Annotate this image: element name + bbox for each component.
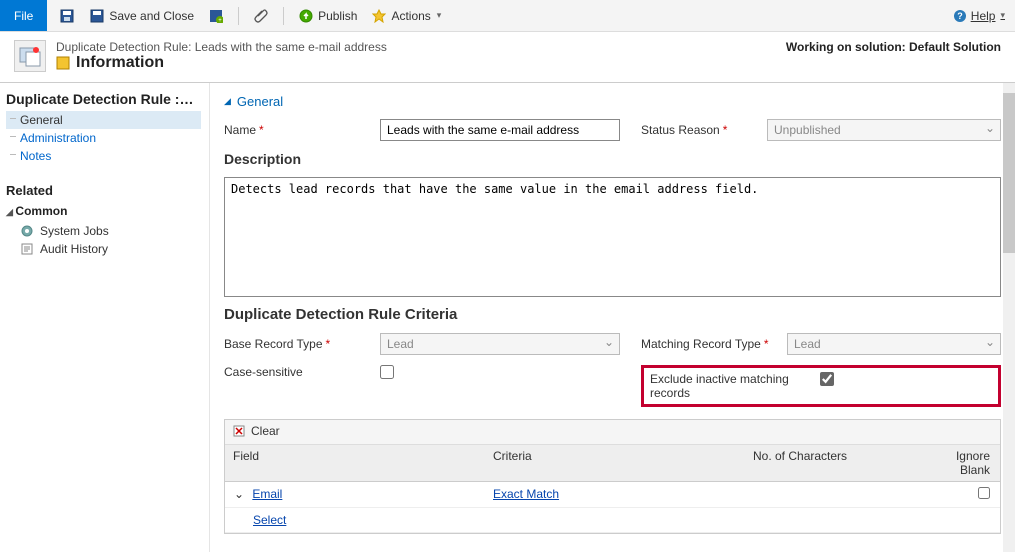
ignore-cell (945, 508, 1000, 532)
grid-toolbar: Clear (225, 420, 1000, 445)
table-row: Select (225, 508, 1000, 533)
clear-button[interactable]: Clear (231, 423, 280, 439)
ribbon-items: Save and Close + Publish Actions ▾ (47, 0, 951, 31)
table-row: ⌄ Email Exact Match (225, 482, 1000, 508)
help-label: Help (971, 9, 996, 23)
help-icon: ? (952, 8, 968, 24)
section-general[interactable]: General (224, 94, 283, 109)
description-label: Description (224, 151, 1001, 167)
publish-label: Publish (318, 9, 357, 23)
chars-cell (745, 482, 945, 507)
save-new-button[interactable]: + (204, 6, 228, 26)
related-item-system-jobs[interactable]: System Jobs (6, 222, 201, 240)
separator (238, 7, 239, 25)
sidebar-item-administration[interactable]: Administration (6, 129, 201, 147)
criteria-link[interactable]: Exact Match (493, 487, 559, 501)
sidebar-crumb: Duplicate Detection Rule :… (6, 91, 201, 107)
publish-icon (298, 8, 314, 24)
exclude-checkbox[interactable] (820, 372, 834, 386)
col-criteria: Criteria (485, 445, 745, 481)
related-header: Related (6, 183, 201, 198)
base-type-select[interactable] (380, 333, 620, 355)
paperclip-icon (253, 8, 269, 24)
save-and-close-button[interactable]: Save and Close (85, 6, 198, 26)
actions-button[interactable]: Actions ▾ (367, 6, 445, 26)
description-textarea[interactable] (224, 177, 1001, 297)
name-input[interactable] (380, 119, 620, 141)
info-icon (56, 56, 70, 70)
content: General Name* Status Reason* Description… (210, 83, 1015, 552)
matching-type-label: Matching Record Type* (641, 337, 781, 351)
criteria-cell (485, 508, 745, 532)
actions-label: Actions (391, 9, 430, 23)
save-close-icon (89, 8, 105, 24)
save-new-icon: + (208, 8, 224, 24)
row-expand-icon[interactable]: ⌄ (233, 487, 245, 501)
save-and-close-label: Save and Close (109, 9, 194, 23)
sidebar-item-general[interactable]: General (6, 111, 201, 129)
ignore-blank-checkbox[interactable] (978, 487, 990, 499)
chevron-down-icon: ▾ (437, 10, 442, 21)
help-button[interactable]: ? Help ▾ (952, 8, 1005, 24)
col-chars: No. of Characters (745, 445, 945, 481)
exclude-label: Exclude inactive matching records (650, 372, 810, 400)
sidebar: Duplicate Detection Rule :… General Admi… (0, 83, 210, 552)
case-sensitive-checkbox[interactable] (380, 365, 394, 379)
related-item-label: System Jobs (40, 224, 109, 238)
save-button[interactable] (55, 6, 79, 26)
status-label: Status Reason* (641, 123, 761, 137)
col-field: Field (225, 445, 485, 481)
scrollbar[interactable] (1003, 83, 1015, 552)
chevron-down-icon: ▾ (1000, 10, 1005, 21)
page-header: Duplicate Detection Rule: Leads with the… (0, 32, 1015, 83)
svg-text:?: ? (957, 11, 963, 21)
gear-icon (20, 224, 34, 238)
status-select[interactable] (767, 119, 1001, 141)
select-link[interactable]: Select (253, 513, 286, 527)
base-type-label: Base Record Type* (224, 337, 374, 351)
attach-button[interactable] (249, 6, 273, 26)
matching-type-select[interactable] (787, 333, 1001, 355)
scrollbar-thumb[interactable] (1003, 93, 1015, 253)
ribbon-right: ? Help ▾ (952, 0, 1015, 31)
separator (283, 7, 284, 25)
actions-icon (371, 8, 387, 24)
sidebar-item-notes[interactable]: Notes (6, 147, 201, 165)
page-title: Information (76, 54, 164, 72)
publish-button[interactable]: Publish (294, 6, 361, 26)
col-ignore: Ignore Blank (945, 445, 1000, 481)
ribbon: File Save and Close + (0, 0, 1015, 32)
criteria-title: Duplicate Detection Rule Criteria (224, 306, 1001, 323)
entity-icon (14, 40, 46, 72)
grid-header: Field Criteria No. of Characters Ignore … (225, 445, 1000, 482)
name-label: Name* (224, 123, 374, 137)
related-group-common[interactable]: Common (6, 204, 201, 218)
case-sensitive-label: Case-sensitive (224, 365, 374, 379)
field-link[interactable]: Email (252, 487, 282, 501)
main: Duplicate Detection Rule :… General Admi… (0, 83, 1015, 552)
related-item-audit-history[interactable]: Audit History (6, 240, 201, 258)
svg-text:+: + (218, 18, 222, 23)
exclude-highlight: Exclude inactive matching records (641, 365, 1001, 407)
save-icon (59, 8, 75, 24)
clear-label: Clear (251, 424, 280, 438)
related-item-label: Audit History (40, 242, 108, 256)
file-button[interactable]: File (0, 0, 47, 31)
chars-cell (745, 508, 945, 532)
solution-label: Working on solution: Default Solution (786, 40, 1001, 54)
history-icon (20, 242, 34, 256)
criteria-grid: Clear Field Criteria No. of Characters I… (224, 419, 1001, 534)
clear-icon (231, 423, 247, 439)
entity-breadcrumb: Duplicate Detection Rule: Leads with the… (56, 40, 387, 54)
